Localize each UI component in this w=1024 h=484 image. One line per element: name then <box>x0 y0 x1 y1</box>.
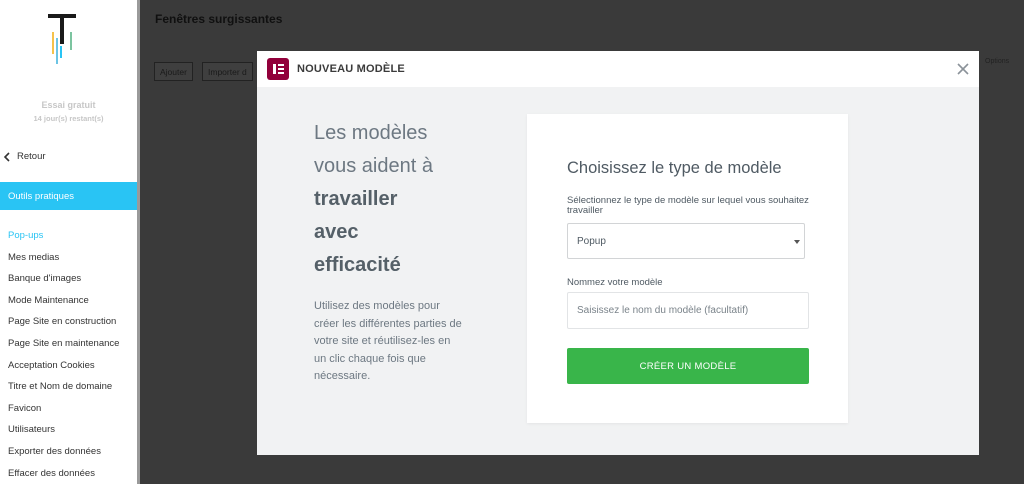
sidebar-item-image-bank[interactable]: Banque d'images <box>8 273 119 295</box>
new-template-modal: NOUVEAU MODÈLE Les modèles vous aident à… <box>257 51 979 455</box>
promo-text: Utilisez des modèles pour créer les diff… <box>314 300 462 382</box>
sidebar-item-favicon[interactable]: Favicon <box>8 403 119 425</box>
sidebar-item-maintenance-page[interactable]: Page Site en maintenance <box>8 338 119 360</box>
back-label: Retour <box>17 151 46 162</box>
template-type-label: Sélectionnez le type de modèle sur leque… <box>567 195 809 216</box>
caret-down-icon <box>794 240 800 244</box>
form-title: Choisissez le type de modèle <box>567 159 782 177</box>
brand-logo-icon[interactable] <box>44 12 80 68</box>
import-button: Importer d <box>202 62 253 81</box>
sidebar-scrollbar[interactable] <box>137 0 140 484</box>
modal-title: NOUVEAU MODÈLE <box>297 63 405 75</box>
promo-headline-bold: travailler <box>314 188 398 210</box>
template-form: Choisissez le type de modèle Sélectionne… <box>527 114 848 423</box>
sidebar-item-popups[interactable]: Pop-ups <box>8 230 119 252</box>
sidebar-item-construction-page[interactable]: Page Site en construction <box>8 316 119 338</box>
sidebar-item-erase-data[interactable]: Effacer des données <box>8 468 119 484</box>
sidebar-item-export-data[interactable]: Exporter des données <box>8 446 119 468</box>
promo-headline-line: Les modèles <box>314 122 428 144</box>
promo-headline-bold: efficacité <box>314 254 401 276</box>
sidebar-section-tools[interactable]: Outils pratiques <box>0 182 137 210</box>
options-link: Options <box>985 58 1010 65</box>
sidebar: Essai gratuit 14 jour(s) restant(s) Reto… <box>0 0 137 484</box>
template-name-input[interactable] <box>567 292 809 329</box>
sidebar-menu: Pop-ups Mes medias Banque d'images Mode … <box>8 230 119 484</box>
promo-headline-bold: avec <box>314 221 359 243</box>
add-button: Ajouter <box>154 62 193 81</box>
page-title: Fenêtres surgissantes <box>155 12 283 26</box>
modal-header: NOUVEAU MODÈLE <box>257 51 979 87</box>
create-template-button[interactable]: CRÉER UN MODÈLE <box>567 348 809 384</box>
promo-headline-line: vous aident à <box>314 155 433 177</box>
trial-title: Essai gratuit <box>41 100 96 110</box>
sidebar-item-maintenance-mode[interactable]: Mode Maintenance <box>8 295 119 317</box>
sidebar-item-medias[interactable]: Mes medias <box>8 252 119 274</box>
template-type-value: Popup <box>577 236 606 247</box>
chevron-left-icon <box>3 151 10 162</box>
sidebar-item-cookies[interactable]: Acceptation Cookies <box>8 360 119 382</box>
close-icon[interactable] <box>957 63 969 75</box>
template-type-select[interactable]: Popup <box>567 223 805 259</box>
elementor-icon <box>267 58 289 80</box>
template-name-label: Nommez votre modèle <box>567 277 663 288</box>
sidebar-item-title-domain[interactable]: Titre et Nom de domaine <box>8 381 119 403</box>
back-link[interactable]: Retour <box>3 151 46 162</box>
trial-days: 14 jour(s) restant(s) <box>33 114 104 123</box>
sidebar-item-users[interactable]: Utilisateurs <box>8 424 119 446</box>
promo-headline: Les modèles vous aident à travailler ave… <box>314 117 474 282</box>
